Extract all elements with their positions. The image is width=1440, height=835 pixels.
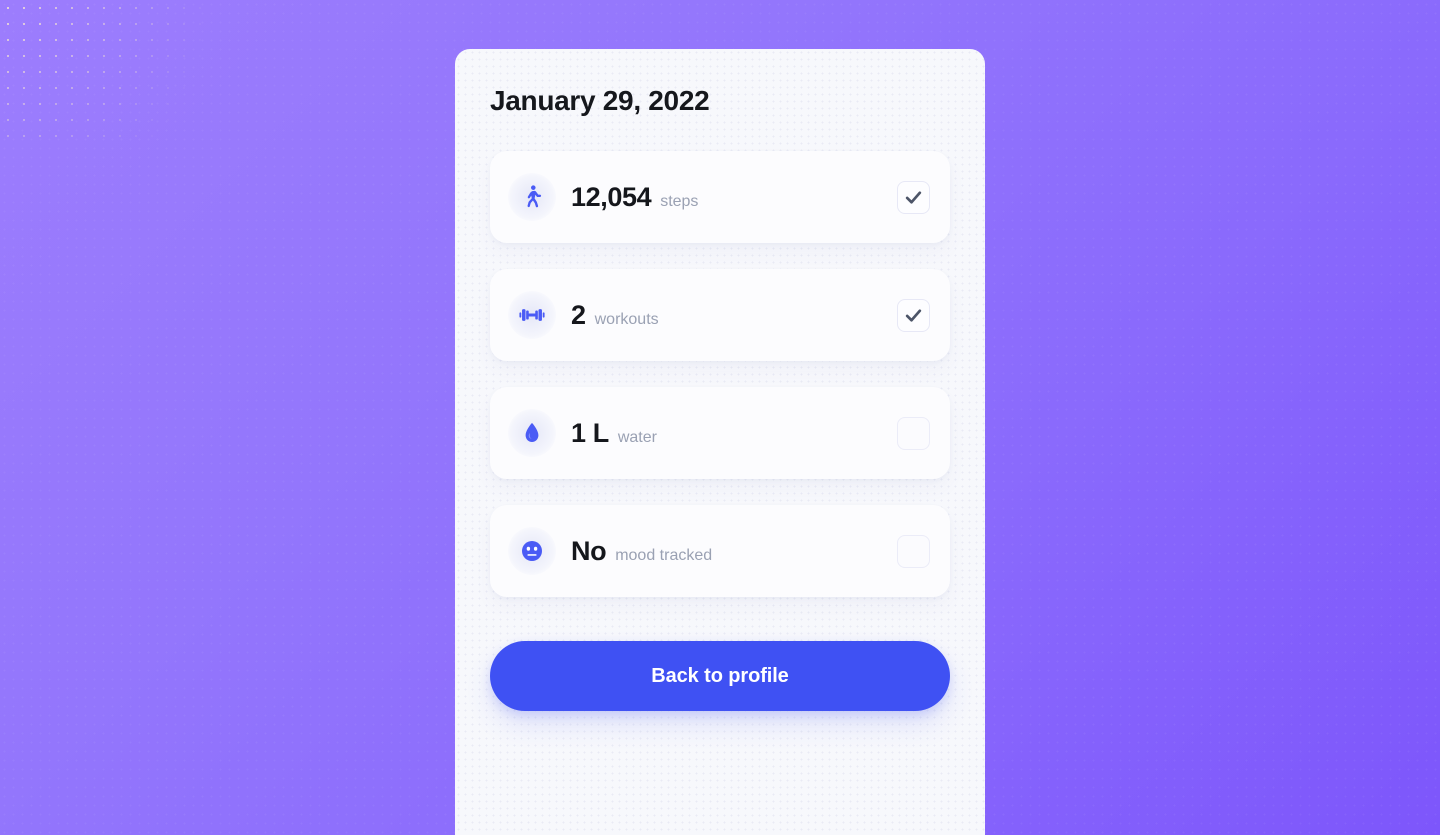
stat-label-steps: steps: [660, 192, 699, 210]
stat-value-steps: 12,054: [571, 181, 652, 212]
stat-label-mood: mood tracked: [615, 546, 713, 564]
stat-value-mood: No: [571, 535, 607, 566]
stat-value-water: 1 L: [571, 417, 609, 448]
stat-text-workouts: 2 workouts: [571, 300, 897, 331]
stat-text-steps: 12,054 steps: [571, 182, 897, 213]
water-drop-icon: [508, 409, 556, 457]
stat-text-water: 1 L water: [571, 418, 897, 449]
stat-row-mood[interactable]: No mood tracked: [490, 505, 950, 597]
stat-value-workouts: 2: [571, 299, 586, 330]
checkbox-workouts[interactable]: [897, 298, 930, 332]
stats-list: 12,054 steps 2 workouts 1 L water No moo…: [490, 151, 950, 597]
page-title: January 29, 2022: [490, 85, 710, 116]
dumbbell-icon: [508, 291, 556, 339]
back-to-profile-button[interactable]: Back to profile: [490, 641, 950, 711]
checkbox-mood[interactable]: [897, 534, 930, 568]
stat-label-water: water: [617, 428, 657, 446]
checkbox-steps[interactable]: [897, 180, 930, 214]
background-corner-dots: [0, 0, 230, 145]
stat-text-mood: No mood tracked: [571, 536, 897, 567]
stat-label-workouts: workouts: [594, 310, 659, 328]
stat-row-water[interactable]: 1 L water: [490, 387, 950, 479]
daily-summary-card: January 29, 2022 12,054 steps 2 workouts…: [455, 49, 985, 835]
checkbox-water[interactable]: [897, 416, 930, 450]
walking-person-icon: [508, 173, 556, 221]
stat-row-workouts[interactable]: 2 workouts: [490, 269, 950, 361]
neutral-face-icon: [508, 527, 556, 575]
stat-row-steps[interactable]: 12,054 steps: [490, 151, 950, 243]
footer-actions: Back to profile: [490, 641, 950, 711]
